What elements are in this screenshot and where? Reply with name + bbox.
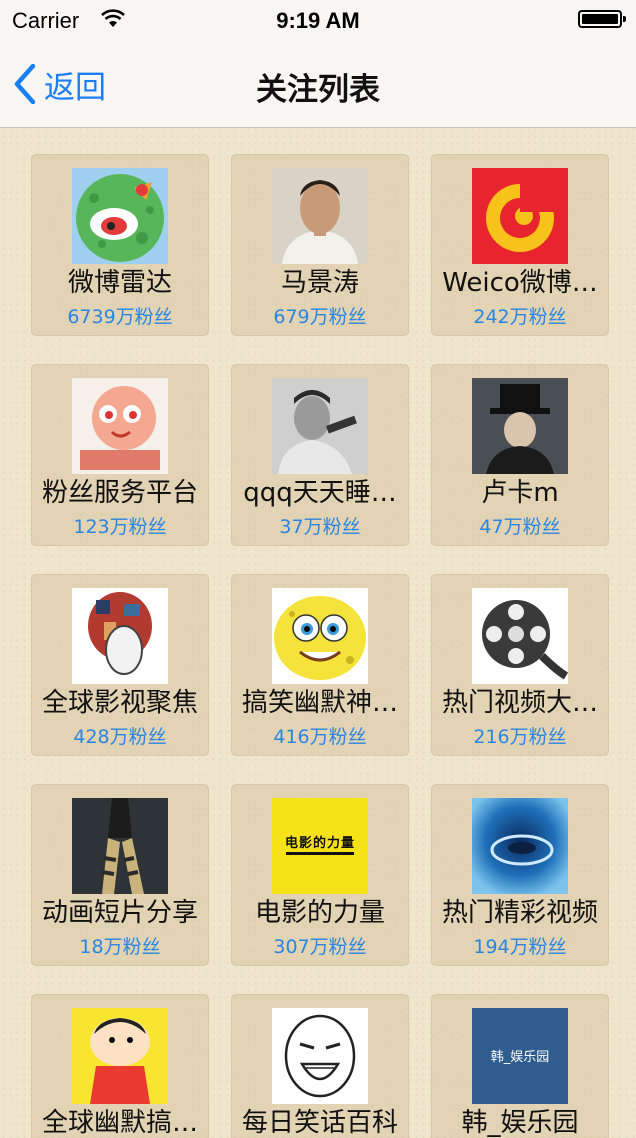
account-name: qqq天天睡… — [243, 478, 397, 508]
fans-count: 47万粉丝 — [479, 516, 561, 538]
account-card[interactable]: 微博雷达 6739万粉丝 — [31, 154, 209, 336]
legs-photo — [72, 798, 168, 894]
account-name: 搞笑幽默神… — [241, 688, 398, 718]
spongebob-face — [272, 588, 368, 684]
weico-logo — [472, 168, 568, 264]
account-card[interactable]: Weico微博… 242万粉丝 — [431, 154, 609, 336]
fans-count: 18万粉丝 — [79, 936, 161, 958]
fans-count: 123万粉丝 — [73, 516, 167, 538]
crayon-shin-chan — [72, 1008, 168, 1104]
account-name: 韩_娱乐园 — [461, 1108, 579, 1138]
account-card[interactable]: 热门精彩视频 194万粉丝 — [431, 784, 609, 966]
weibo-radar-icon — [72, 168, 168, 264]
account-card[interactable]: 全球幽默搞… — [31, 994, 209, 1138]
account-card[interactable]: 卢卡m 47万粉丝 — [431, 364, 609, 546]
account-card[interactable]: 电影的力量 电影的力量 307万粉丝 — [231, 784, 409, 966]
collage-head-art — [72, 588, 168, 684]
status-bar: Carrier 9:19 AM — [0, 0, 636, 40]
movie-power-logo-text: 电影的力量 — [284, 836, 355, 851]
fan-service-mascot — [72, 378, 168, 474]
korea-ent-logo: 韩_娱乐园 — [472, 1008, 568, 1104]
page-title: 关注列表 — [256, 72, 380, 108]
portrait-photo — [272, 168, 368, 264]
account-name: 热门精彩视频 — [441, 898, 598, 928]
battery-icon — [578, 10, 626, 28]
account-card[interactable]: 马景涛 679万粉丝 — [231, 154, 409, 336]
top-hat-photo — [472, 378, 568, 474]
account-name: 微博雷达 — [67, 268, 172, 298]
account-name: 马景涛 — [280, 268, 359, 298]
fans-count: 428万粉丝 — [73, 726, 167, 748]
account-name: 电影的力量 — [254, 898, 385, 928]
rage-face-icon — [272, 1008, 368, 1104]
singer-photo — [272, 378, 368, 474]
fans-count: 6739万粉丝 — [67, 306, 173, 328]
account-name: 全球影视聚焦 — [41, 688, 198, 718]
follow-grid: 微博雷达 6739万粉丝 马景涛 679万粉丝 Weico微博… 242万粉丝 … — [0, 128, 636, 1138]
fans-count: 307万粉丝 — [273, 936, 367, 958]
account-card[interactable]: 搞笑幽默神… 416万粉丝 — [231, 574, 409, 756]
fans-count: 37万粉丝 — [279, 516, 361, 538]
fans-count: 416万粉丝 — [273, 726, 367, 748]
movie-power-logo: 电影的力量 — [272, 798, 368, 894]
account-card[interactable]: 动画短片分享 18万粉丝 — [31, 784, 209, 966]
account-card[interactable]: 热门视频大… 216万粉丝 — [431, 574, 609, 756]
account-card[interactable]: qqq天天睡… 37万粉丝 — [231, 364, 409, 546]
account-card[interactable]: 粉丝服务平台 123万粉丝 — [31, 364, 209, 546]
account-name: 热门视频大… — [441, 688, 598, 718]
korea-ent-logo-text: 韩_娱乐园 — [490, 1050, 550, 1065]
account-name: 每日笑话百科 — [241, 1108, 398, 1138]
fans-count: 216万粉丝 — [473, 726, 567, 748]
water-drop-photo — [472, 798, 568, 894]
navigation-bar: 返回 关注列表 — [0, 40, 636, 128]
account-name: 卢卡m — [481, 478, 559, 508]
account-card[interactable]: 每日笑话百科 — [231, 994, 409, 1138]
account-card[interactable]: 韩_娱乐园 韩_娱乐园 — [431, 994, 609, 1138]
account-name: 粉丝服务平台 — [41, 478, 198, 508]
fans-count: 194万粉丝 — [473, 936, 567, 958]
fans-count: 679万粉丝 — [273, 306, 367, 328]
account-card[interactable]: 全球影视聚焦 428万粉丝 — [31, 574, 209, 756]
account-name: Weico微博… — [442, 268, 598, 298]
film-reel-icon — [472, 588, 568, 684]
account-name: 全球幽默搞… — [41, 1108, 198, 1138]
clock: 9:19 AM — [276, 8, 360, 33]
account-name: 动画短片分享 — [41, 898, 198, 928]
fans-count: 242万粉丝 — [473, 306, 567, 328]
